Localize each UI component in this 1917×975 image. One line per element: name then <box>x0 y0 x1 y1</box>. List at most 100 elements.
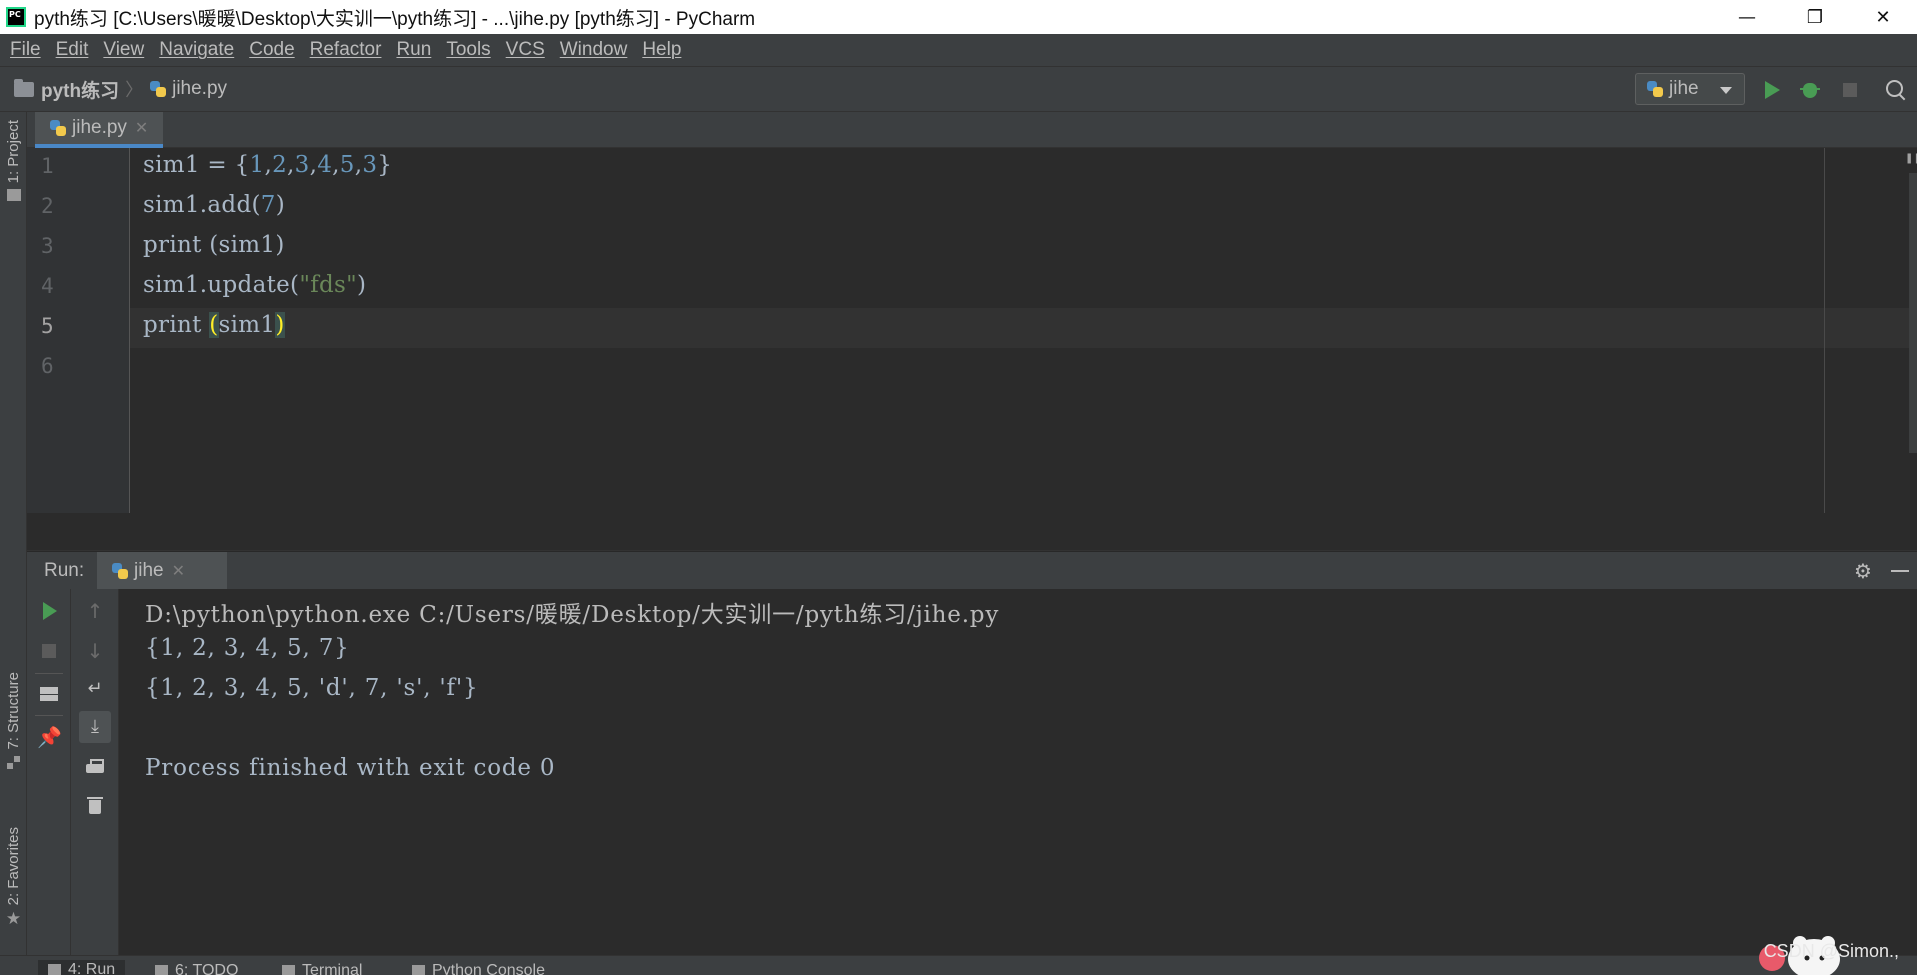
bottom-tab-label: 4: Run <box>68 961 116 975</box>
menu-refactor[interactable]: Refactor <box>304 39 388 61</box>
run-icon <box>48 963 61 975</box>
watermark-text: CSDN @Simon., <box>1763 941 1899 961</box>
minimize-button[interactable]: — <box>1713 0 1781 34</box>
code-line[interactable]: print (sim1) <box>143 232 285 258</box>
menu-bar: File Edit View Navigate Code Refactor Ru… <box>0 34 1917 66</box>
code-line[interactable]: sim1.update("fds") <box>143 272 366 298</box>
code-brace-match-token: ) <box>275 312 285 338</box>
code-editor[interactable]: 1 2 3 4 5 6 sim1 = {1,2,3,4,5,3} sim1.ad… <box>27 148 1917 513</box>
window-controls: — ❐ ✕ <box>1713 0 1917 34</box>
trash-icon[interactable] <box>83 793 107 817</box>
stop-icon[interactable] <box>37 639 61 663</box>
gear-icon[interactable]: ⚙ <box>1853 561 1873 581</box>
hide-panel-icon[interactable] <box>1891 570 1909 572</box>
title-bar: pyth练习 [C:\Users\暖暖\Desktop\大实训一\pyth练习]… <box>0 0 1917 34</box>
run-toolbar-secondary: ↑ ↓ ↵ ⤓ <box>71 589 119 955</box>
structure-icon <box>6 755 21 770</box>
menu-code[interactable]: Code <box>243 39 300 61</box>
run-icon[interactable] <box>1760 78 1784 102</box>
list-icon <box>155 964 168 975</box>
restore-button[interactable]: ❐ <box>1781 0 1849 34</box>
code-token: , <box>264 152 273 178</box>
code-token: ) <box>357 272 367 298</box>
run-tab-jihe[interactable]: jihe ✕ <box>97 552 227 590</box>
code-line[interactable]: sim1.add(7) <box>143 192 285 218</box>
breadcrumb-file[interactable]: jihe.py <box>149 78 227 100</box>
window-title: pyth练习 [C:\Users\暖暖\Desktop\大实训一\pyth练习]… <box>34 8 756 30</box>
tab-label: jihe.py <box>72 117 127 138</box>
star-icon: ★ <box>5 909 22 930</box>
debug-icon[interactable] <box>1798 78 1822 102</box>
menu-help[interactable]: Help <box>636 39 687 61</box>
chevron-down-icon <box>1720 87 1732 94</box>
menu-tools[interactable]: Tools <box>440 39 496 61</box>
line-number-gutter: 1 2 3 4 5 6 <box>27 148 130 513</box>
menu-file[interactable]: File <box>4 39 47 61</box>
arrow-up-icon[interactable]: ↑ <box>83 599 107 623</box>
structure-tool-tab[interactable]: 7: Structure <box>0 672 27 770</box>
close-button[interactable]: ✕ <box>1849 0 1917 34</box>
close-run-tab-icon[interactable]: ✕ <box>172 561 185 581</box>
stop-icon[interactable] <box>1838 78 1862 102</box>
right-margin-guide <box>1824 148 1825 513</box>
folder-icon <box>14 78 34 97</box>
favorites-tool-tab[interactable]: 2: Favorites ★ <box>0 827 27 930</box>
python-icon <box>1646 80 1664 98</box>
tab-jihe-py[interactable]: jihe.py ✕ <box>35 112 163 148</box>
search-icon[interactable] <box>1884 78 1908 102</box>
menu-view[interactable]: View <box>97 39 150 61</box>
code-number-token: 5 <box>339 152 355 178</box>
project-tool-label: 1: Project <box>5 120 22 184</box>
bottom-tool-bar: 4: Run 6: TODO Terminal Python Console <box>0 955 1917 975</box>
bottom-tab-run[interactable]: 4: Run <box>38 960 126 975</box>
menu-window[interactable]: Window <box>554 39 634 61</box>
close-tab-icon[interactable]: ✕ <box>135 118 148 138</box>
console-line: Process finished with exit code 0 <box>145 755 556 781</box>
python-console-icon <box>412 964 425 975</box>
menu-vcs[interactable]: VCS <box>500 39 551 61</box>
restore-layout-icon[interactable] <box>37 681 61 705</box>
code-line[interactable]: sim1 = {1,2,3,4,5,3} <box>143 152 392 178</box>
line-number: 3 <box>41 234 54 258</box>
console-line: {1, 2, 3, 4, 5, 'd', 7, 's', 'f'} <box>145 675 479 701</box>
arrow-down-icon[interactable]: ↓ <box>83 639 107 663</box>
code-number-token: 3 <box>294 152 310 178</box>
menu-navigate[interactable]: Navigate <box>153 39 240 61</box>
rerun-icon[interactable] <box>37 599 61 623</box>
scroll-to-end-icon[interactable]: ⤓ <box>79 711 111 743</box>
code-token: print (sim1) <box>143 232 285 258</box>
print-icon[interactable] <box>83 755 107 779</box>
menu-edit[interactable]: Edit <box>50 39 95 61</box>
run-configuration-selector[interactable]: jihe <box>1635 73 1745 105</box>
run-panel-title: Run: <box>44 559 85 581</box>
bottom-tab-terminal[interactable]: Terminal <box>282 962 362 975</box>
line-number: 1 <box>41 154 54 178</box>
pin-icon[interactable]: 📌 <box>37 725 62 749</box>
editor-breadcrumb-area <box>27 513 1917 551</box>
bottom-tab-label: 6: TODO <box>175 962 239 975</box>
python-file-icon <box>49 119 67 137</box>
run-toolbar-primary: 📌 <box>27 589 71 955</box>
project-tool-tab[interactable]: 1: Project <box>0 120 27 202</box>
breadcrumb-project[interactable]: pyth练习 <box>14 76 119 103</box>
bottom-tab-python-console[interactable]: Python Console <box>412 962 545 975</box>
code-number-token: 3 <box>362 152 378 178</box>
console-line: {1, 2, 3, 4, 5, 7} <box>145 635 350 661</box>
menu-run[interactable]: Run <box>390 39 437 61</box>
bottom-tab-todo[interactable]: 6: TODO <box>155 962 238 975</box>
structure-tool-label: 7: Structure <box>5 672 22 750</box>
python-file-icon <box>149 80 167 98</box>
line-number: 4 <box>41 274 54 298</box>
editor-scrollbar[interactable] <box>1909 173 1917 453</box>
terminal-icon <box>282 964 295 975</box>
code-token: sim1.update( <box>143 272 300 298</box>
left-tool-strip: 1: Project 7: Structure 2: Favorites ★ <box>0 112 27 955</box>
code-analysis-icon[interactable]: ❚❚ <box>1905 153 1917 164</box>
code-brace-match-token: ( <box>209 312 219 338</box>
soft-wrap-icon[interactable]: ↵ <box>83 677 107 701</box>
code-line-current[interactable]: print (sim1) <box>143 312 285 338</box>
code-token: , <box>287 152 295 178</box>
run-console[interactable]: D:\python\python.exe C:/Users/暖暖/Desktop… <box>119 589 1917 955</box>
code-token: sim1 = { <box>143 152 250 178</box>
breadcrumb-file-label: jihe.py <box>172 78 228 99</box>
